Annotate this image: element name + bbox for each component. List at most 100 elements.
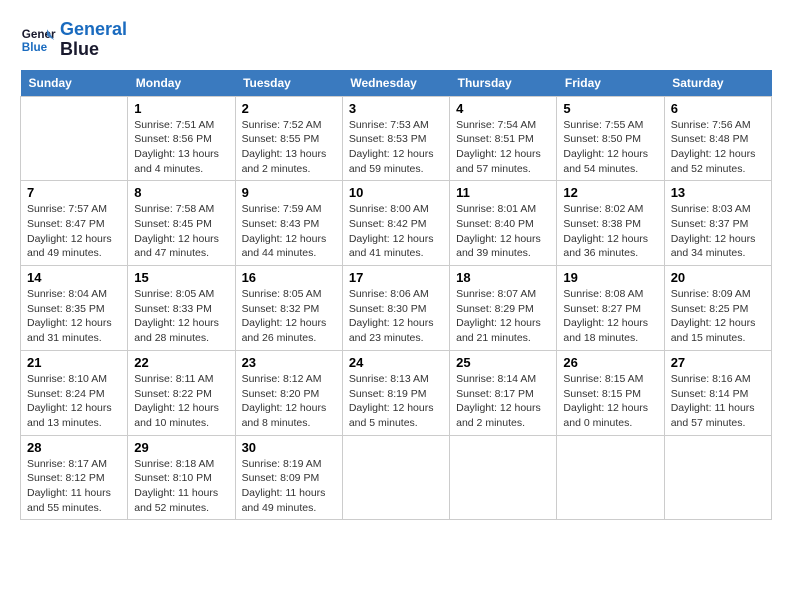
calendar-cell: 3 Sunrise: 7:53 AM Sunset: 8:53 PM Daylig… — [342, 96, 449, 181]
day-info: Sunrise: 8:03 AM Sunset: 8:37 PM Dayligh… — [671, 202, 765, 261]
day-info: Sunrise: 7:52 AM Sunset: 8:55 PM Dayligh… — [242, 118, 336, 177]
calendar-cell: 14 Sunrise: 8:04 AM Sunset: 8:35 PM Dayli… — [21, 266, 128, 351]
day-number: 4 — [456, 101, 550, 116]
calendar-cell: 13 Sunrise: 8:03 AM Sunset: 8:37 PM Dayli… — [664, 181, 771, 266]
header: General Blue GeneralBlue — [20, 20, 772, 60]
calendar: SundayMondayTuesdayWednesdayThursdayFrid… — [20, 70, 772, 521]
svg-text:General: General — [22, 28, 56, 41]
day-number: 12 — [563, 185, 657, 200]
day-number: 17 — [349, 270, 443, 285]
column-header-saturday: Saturday — [664, 70, 771, 97]
calendar-cell — [664, 435, 771, 520]
calendar-cell: 22 Sunrise: 8:11 AM Sunset: 8:22 PM Dayli… — [128, 350, 235, 435]
day-info: Sunrise: 8:05 AM Sunset: 8:33 PM Dayligh… — [134, 287, 228, 346]
calendar-cell: 18 Sunrise: 8:07 AM Sunset: 8:29 PM Dayli… — [450, 266, 557, 351]
day-info: Sunrise: 8:13 AM Sunset: 8:19 PM Dayligh… — [349, 372, 443, 431]
day-number: 7 — [27, 185, 121, 200]
day-info: Sunrise: 8:18 AM Sunset: 8:10 PM Dayligh… — [134, 457, 228, 516]
day-info: Sunrise: 8:16 AM Sunset: 8:14 PM Dayligh… — [671, 372, 765, 431]
day-info: Sunrise: 7:59 AM Sunset: 8:43 PM Dayligh… — [242, 202, 336, 261]
day-number: 26 — [563, 355, 657, 370]
logo-text: GeneralBlue — [60, 20, 127, 60]
day-number: 25 — [456, 355, 550, 370]
day-info: Sunrise: 8:10 AM Sunset: 8:24 PM Dayligh… — [27, 372, 121, 431]
calendar-cell: 4 Sunrise: 7:54 AM Sunset: 8:51 PM Daylig… — [450, 96, 557, 181]
calendar-cell — [342, 435, 449, 520]
calendar-cell: 26 Sunrise: 8:15 AM Sunset: 8:15 PM Dayli… — [557, 350, 664, 435]
calendar-cell: 27 Sunrise: 8:16 AM Sunset: 8:14 PM Dayli… — [664, 350, 771, 435]
day-info: Sunrise: 8:08 AM Sunset: 8:27 PM Dayligh… — [563, 287, 657, 346]
day-info: Sunrise: 8:11 AM Sunset: 8:22 PM Dayligh… — [134, 372, 228, 431]
day-number: 30 — [242, 440, 336, 455]
logo-icon: General Blue — [20, 22, 56, 58]
day-number: 28 — [27, 440, 121, 455]
calendar-cell: 10 Sunrise: 8:00 AM Sunset: 8:42 PM Dayli… — [342, 181, 449, 266]
day-number: 29 — [134, 440, 228, 455]
day-info: Sunrise: 7:51 AM Sunset: 8:56 PM Dayligh… — [134, 118, 228, 177]
day-number: 27 — [671, 355, 765, 370]
column-header-friday: Friday — [557, 70, 664, 97]
day-info: Sunrise: 8:06 AM Sunset: 8:30 PM Dayligh… — [349, 287, 443, 346]
calendar-cell — [450, 435, 557, 520]
day-number: 23 — [242, 355, 336, 370]
day-info: Sunrise: 7:58 AM Sunset: 8:45 PM Dayligh… — [134, 202, 228, 261]
day-number: 15 — [134, 270, 228, 285]
day-number: 16 — [242, 270, 336, 285]
day-info: Sunrise: 7:53 AM Sunset: 8:53 PM Dayligh… — [349, 118, 443, 177]
day-info: Sunrise: 8:17 AM Sunset: 8:12 PM Dayligh… — [27, 457, 121, 516]
calendar-header-row: SundayMondayTuesdayWednesdayThursdayFrid… — [21, 70, 772, 97]
day-number: 3 — [349, 101, 443, 116]
calendar-cell: 2 Sunrise: 7:52 AM Sunset: 8:55 PM Daylig… — [235, 96, 342, 181]
day-number: 1 — [134, 101, 228, 116]
day-info: Sunrise: 8:14 AM Sunset: 8:17 PM Dayligh… — [456, 372, 550, 431]
calendar-cell: 1 Sunrise: 7:51 AM Sunset: 8:56 PM Daylig… — [128, 96, 235, 181]
column-header-sunday: Sunday — [21, 70, 128, 97]
day-info: Sunrise: 8:19 AM Sunset: 8:09 PM Dayligh… — [242, 457, 336, 516]
logo: General Blue GeneralBlue — [20, 20, 127, 60]
day-number: 6 — [671, 101, 765, 116]
day-number: 13 — [671, 185, 765, 200]
day-number: 10 — [349, 185, 443, 200]
svg-text:Blue: Blue — [22, 41, 48, 54]
day-info: Sunrise: 8:04 AM Sunset: 8:35 PM Dayligh… — [27, 287, 121, 346]
day-number: 18 — [456, 270, 550, 285]
calendar-cell — [21, 96, 128, 181]
day-info: Sunrise: 7:54 AM Sunset: 8:51 PM Dayligh… — [456, 118, 550, 177]
day-number: 22 — [134, 355, 228, 370]
day-info: Sunrise: 8:00 AM Sunset: 8:42 PM Dayligh… — [349, 202, 443, 261]
calendar-cell: 25 Sunrise: 8:14 AM Sunset: 8:17 PM Dayli… — [450, 350, 557, 435]
calendar-cell: 19Sunrise: 8:08 AM Sunset: 8:27 PM Dayli… — [557, 266, 664, 351]
calendar-cell: 28 Sunrise: 8:17 AM Sunset: 8:12 PM Dayli… — [21, 435, 128, 520]
calendar-cell: 15 Sunrise: 8:05 AM Sunset: 8:33 PM Dayli… — [128, 266, 235, 351]
calendar-cell: 20 Sunrise: 8:09 AM Sunset: 8:25 PM Dayli… — [664, 266, 771, 351]
calendar-cell — [557, 435, 664, 520]
calendar-cell: 5Sunrise: 7:55 AM Sunset: 8:50 PM Daylig… — [557, 96, 664, 181]
calendar-week-row: 7 Sunrise: 7:57 AM Sunset: 8:47 PM Daylig… — [21, 181, 772, 266]
day-info: Sunrise: 8:07 AM Sunset: 8:29 PM Dayligh… — [456, 287, 550, 346]
day-info: Sunrise: 8:15 AM Sunset: 8:15 PM Dayligh… — [563, 372, 657, 431]
day-info: Sunrise: 8:09 AM Sunset: 8:25 PM Dayligh… — [671, 287, 765, 346]
calendar-cell: 6 Sunrise: 7:56 AM Sunset: 8:48 PM Daylig… — [664, 96, 771, 181]
calendar-cell: 24Sunrise: 8:13 AM Sunset: 8:19 PM Dayli… — [342, 350, 449, 435]
calendar-cell: 12 Sunrise: 8:02 AM Sunset: 8:38 PM Dayli… — [557, 181, 664, 266]
calendar-cell: 8 Sunrise: 7:58 AM Sunset: 8:45 PM Daylig… — [128, 181, 235, 266]
column-header-monday: Monday — [128, 70, 235, 97]
day-number: 14 — [27, 270, 121, 285]
column-header-tuesday: Tuesday — [235, 70, 342, 97]
day-info: Sunrise: 8:02 AM Sunset: 8:38 PM Dayligh… — [563, 202, 657, 261]
day-number: 2 — [242, 101, 336, 116]
calendar-week-row: 1 Sunrise: 7:51 AM Sunset: 8:56 PM Daylig… — [21, 96, 772, 181]
column-header-thursday: Thursday — [450, 70, 557, 97]
column-header-wednesday: Wednesday — [342, 70, 449, 97]
day-number: 8 — [134, 185, 228, 200]
day-number: 11 — [456, 185, 550, 200]
calendar-cell: 29 Sunrise: 8:18 AM Sunset: 8:10 PM Dayli… — [128, 435, 235, 520]
calendar-cell: 21Sunrise: 8:10 AM Sunset: 8:24 PM Dayli… — [21, 350, 128, 435]
day-number: 5 — [563, 101, 657, 116]
day-info: Sunrise: 7:57 AM Sunset: 8:47 PM Dayligh… — [27, 202, 121, 261]
day-info: Sunrise: 7:56 AM Sunset: 8:48 PM Dayligh… — [671, 118, 765, 177]
calendar-cell: 17 Sunrise: 8:06 AM Sunset: 8:30 PM Dayli… — [342, 266, 449, 351]
day-number: 20 — [671, 270, 765, 285]
calendar-cell: 23Sunrise: 8:12 AM Sunset: 8:20 PM Dayli… — [235, 350, 342, 435]
calendar-week-row: 21Sunrise: 8:10 AM Sunset: 8:24 PM Dayli… — [21, 350, 772, 435]
